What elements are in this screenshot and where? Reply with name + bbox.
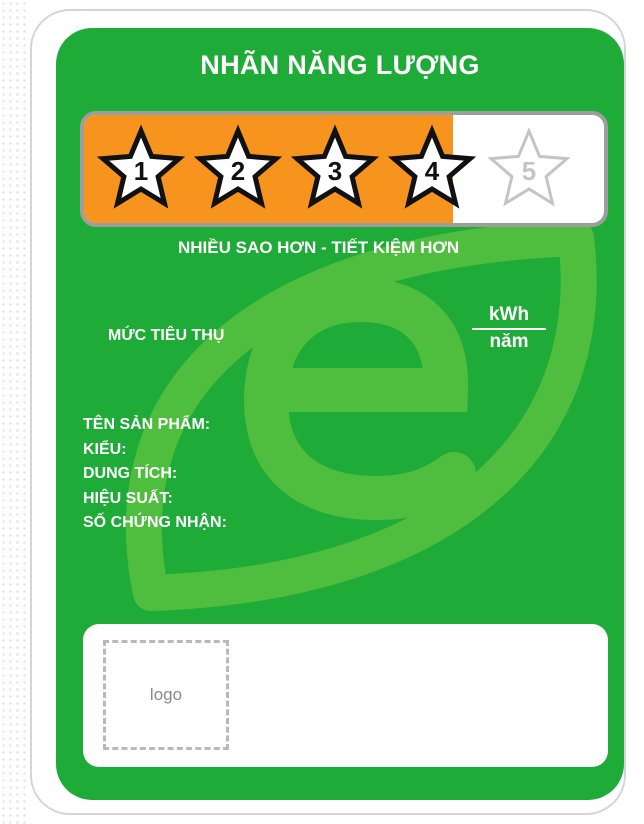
field-efficiency: HIỆU SUẤT: [83, 489, 173, 507]
field-model: KIỂU: [83, 440, 127, 458]
slogan: NHIỀU SAO HƠN - TIẾT KIỆM HƠN [178, 238, 460, 257]
star-4-icon: 4 [387, 124, 477, 209]
star-2-icon: 2 [193, 124, 283, 209]
energy-label: NHÃN NĂNG LƯỢNG 1 2 3 4 5 NHIỀU SAO HƠN - TI… [56, 28, 624, 800]
label-title: NHÃN NĂNG LƯỢNG [200, 50, 480, 80]
star-number: 5 [522, 156, 536, 186]
field-product-name: TÊN SẢN PHẨM: [83, 416, 211, 433]
star-3-icon: 3 [290, 124, 380, 209]
product-fields: TÊN SẢN PHẨM: KIỂU: DUNG TÍCH: HIỆU SUẤT… [83, 413, 227, 536]
edge-texture [0, 0, 30, 824]
field-certificate-number: SỐ CHỨNG NHẬN: [83, 514, 227, 531]
star-1-icon: 1 [96, 124, 186, 209]
star-number: 2 [231, 156, 245, 186]
logo-placeholder-text: logo [149, 685, 183, 704]
star-rating: 1 2 3 4 5 [80, 111, 608, 227]
field-capacity: DUNG TÍCH: [83, 465, 178, 482]
star-5-icon: 5 [487, 127, 571, 207]
logo-placeholder: logo [103, 640, 229, 750]
unit-denominator: năm [489, 331, 529, 352]
star-number: 3 [328, 156, 342, 186]
star-number: 1 [134, 156, 148, 186]
star-row: 1 2 3 4 5 [96, 124, 571, 209]
info-panel: logo [83, 624, 608, 767]
star-number: 4 [425, 156, 440, 186]
consumption-label: MỨC TIÊU THỤ [108, 327, 225, 344]
consumption-unit: kWh năm [472, 304, 546, 353]
unit-numerator: kWh [472, 304, 546, 330]
